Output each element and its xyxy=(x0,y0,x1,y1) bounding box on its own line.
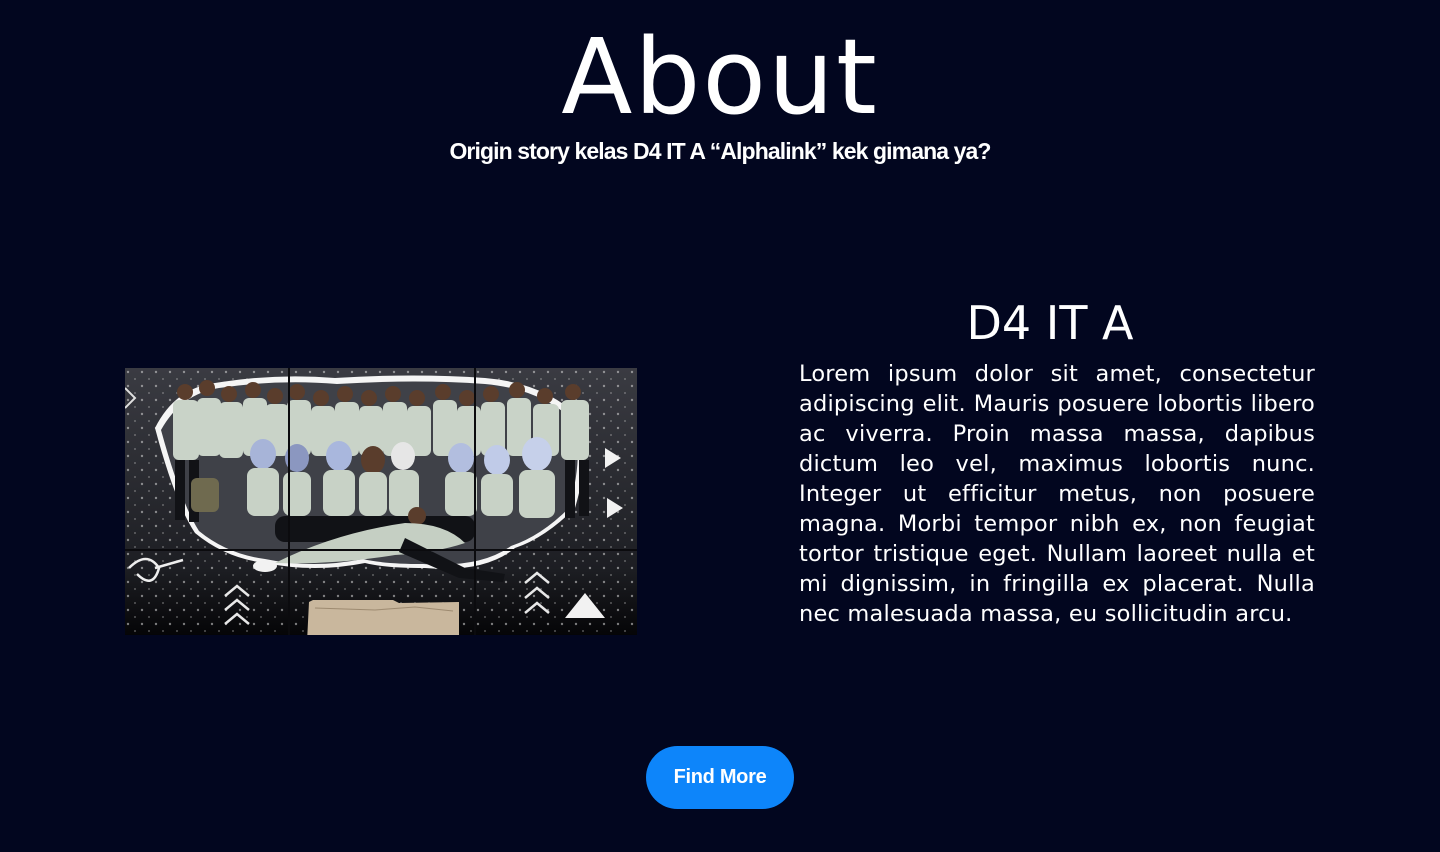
find-more-button[interactable]: Find More xyxy=(646,746,794,809)
page-subtitle: Origin story kelas D4 IT A “Alphalink” k… xyxy=(449,138,991,164)
class-group-photo xyxy=(125,368,637,635)
page-title: About xyxy=(561,16,879,138)
section-body-text: Lorem ipsum dolor sit amet, consectetur … xyxy=(799,361,1315,627)
section-heading: D4 IT A xyxy=(966,296,1134,350)
